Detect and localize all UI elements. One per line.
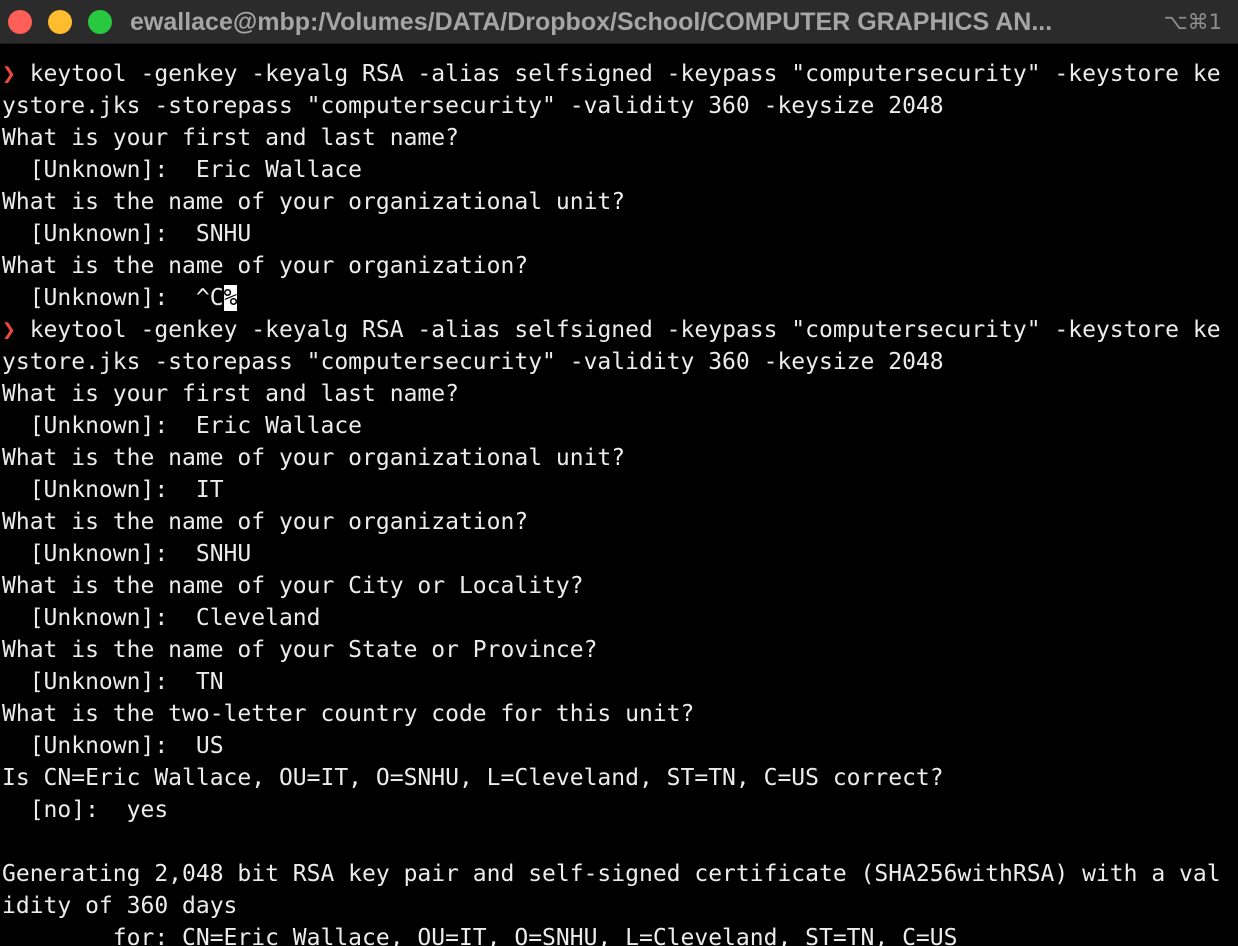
terminal-line: [Unknown]: IT: [2, 474, 1238, 506]
window-title: ewallace@mbp:/Volumes/DATA/Dropbox/Schoo…: [130, 8, 1053, 36]
line-text: ystore.jks -storepass "computersecurity"…: [2, 349, 944, 375]
line-text: keytool -genkey -keyalg RSA -alias selfs…: [15, 317, 1221, 343]
terminal-line: [Unknown]: SNHU: [2, 218, 1238, 250]
line-text: [Unknown]: IT: [2, 477, 224, 503]
terminal-line: for: CN=Eric Wallace, OU=IT, O=SNHU, L=C…: [2, 922, 1238, 946]
line-text: What is your first and last name?: [2, 381, 459, 407]
line-text: What is the name of your organizational …: [2, 445, 626, 471]
minimize-button[interactable]: [48, 10, 72, 34]
terminal-line: idity of 360 days: [2, 890, 1238, 922]
line-text: Generating 2,048 bit RSA key pair and se…: [2, 861, 1221, 887]
terminal-window: ewallace@mbp:/Volumes/DATA/Dropbox/Schoo…: [0, 0, 1238, 946]
line-text: [no]: yes: [2, 797, 169, 823]
line-text: [Unknown]: US: [2, 733, 224, 759]
terminal-line: What is the two-letter country code for …: [2, 698, 1238, 730]
line-text: [Unknown]: Eric Wallace: [2, 413, 363, 439]
terminal-line: What is the name of your organizational …: [2, 186, 1238, 218]
terminal-line: What is the name of your City or Localit…: [2, 570, 1238, 602]
line-text: What is the two-letter country code for …: [2, 701, 695, 727]
line-text: What is the name of your organizational …: [2, 189, 626, 215]
line-text: What is the name of your organization?: [2, 253, 529, 279]
prompt-chevron-icon: ❯: [2, 317, 16, 343]
prompt-chevron-icon: ❯: [2, 61, 16, 87]
terminal-line: [Unknown]: Eric Wallace: [2, 154, 1238, 186]
line-text: What is the name of your State or Provin…: [2, 637, 598, 663]
terminal-line: [Unknown]: Eric Wallace: [2, 410, 1238, 442]
terminal-line: What is the name of your organization?: [2, 250, 1238, 282]
prompt-line: ❯ keytool -genkey -keyalg RSA -alias sel…: [2, 314, 1238, 346]
line-text: [Unknown]: SNHU: [2, 221, 252, 247]
line-text: Is CN=Eric Wallace, OU=IT, O=SNHU, L=Cle…: [2, 765, 944, 791]
line-text: [Unknown]: SNHU: [2, 541, 252, 567]
terminal-line: Generating 2,048 bit RSA key pair and se…: [2, 858, 1238, 890]
terminal-line: Is CN=Eric Wallace, OU=IT, O=SNHU, L=Cle…: [2, 762, 1238, 794]
terminal-line: What is the name of your State or Provin…: [2, 634, 1238, 666]
terminal-line: ystore.jks -storepass "computersecurity"…: [2, 90, 1238, 122]
terminal-line: What is your first and last name?: [2, 122, 1238, 154]
terminal-line: [Unknown]: SNHU: [2, 538, 1238, 570]
line-text: keytool -genkey -keyalg RSA -alias selfs…: [15, 61, 1221, 87]
line-text: [Unknown]: ^C: [2, 285, 224, 311]
terminal-line: [no]: yes: [2, 794, 1238, 826]
line-text: for: CN=Eric Wallace, OU=IT, O=SNHU, L=C…: [2, 925, 958, 946]
line-text: What is the name of your organization?: [2, 509, 529, 535]
terminal-line: What is your first and last name?: [2, 378, 1238, 410]
window-shortcut-label: ⌥⌘1: [1163, 10, 1222, 34]
terminal-output[interactable]: ❯ keytool -genkey -keyalg RSA -alias sel…: [2, 58, 1238, 946]
text-cursor: %: [223, 285, 238, 311]
line-text: What is your first and last name?: [2, 125, 459, 151]
prompt-line: ❯ keytool -genkey -keyalg RSA -alias sel…: [2, 58, 1238, 90]
line-text: ystore.jks -storepass "computersecurity"…: [2, 93, 944, 119]
close-button[interactable]: [8, 10, 32, 34]
line-text: [Unknown]: TN: [2, 669, 224, 695]
terminal-line: [Unknown]: US: [2, 730, 1238, 762]
terminal-line: [Unknown]: Cleveland: [2, 602, 1238, 634]
terminal-line: ystore.jks -storepass "computersecurity"…: [2, 346, 1238, 378]
line-text: What is the name of your City or Localit…: [2, 573, 584, 599]
terminal-line: What is the name of your organization?: [2, 506, 1238, 538]
terminal-line: [Unknown]: ^C%: [2, 282, 1238, 314]
line-text: [Unknown]: Eric Wallace: [2, 157, 363, 183]
line-text: [Unknown]: Cleveland: [2, 605, 321, 631]
terminal-line: [Unknown]: TN: [2, 666, 1238, 698]
title-bar[interactable]: ewallace@mbp:/Volumes/DATA/Dropbox/Schoo…: [0, 0, 1238, 44]
zoom-button[interactable]: [88, 10, 112, 34]
terminal-line: What is the name of your organizational …: [2, 442, 1238, 474]
line-text: idity of 360 days: [2, 893, 238, 919]
